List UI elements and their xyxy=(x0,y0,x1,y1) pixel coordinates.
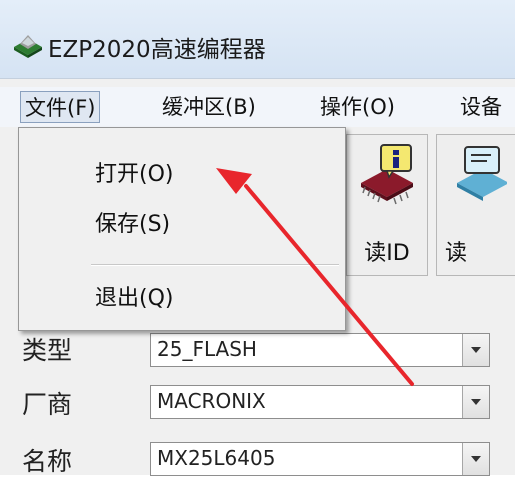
menu-device[interactable]: 设备 xyxy=(456,91,506,123)
chip-programmer-icon xyxy=(14,35,42,58)
name-label: 名称 xyxy=(22,447,73,476)
menu-operation[interactable]: 操作(O) xyxy=(316,91,399,123)
vendor-combo[interactable]: MACRONIX xyxy=(150,385,490,419)
menu-file[interactable]: 文件(F) xyxy=(20,91,101,123)
type-label: 类型 xyxy=(22,336,73,365)
menu-item-open[interactable]: 打开(O) xyxy=(95,156,173,188)
chip-info-icon xyxy=(361,144,413,205)
name-value: MX25L6405 xyxy=(157,446,276,470)
menu-item-save[interactable]: 保存(S) xyxy=(95,206,170,238)
chevron-down-icon[interactable] xyxy=(462,386,489,418)
menu-item-exit[interactable]: 退出(Q) xyxy=(95,280,173,312)
type-value: 25_FLASH xyxy=(157,337,257,361)
chevron-down-icon[interactable] xyxy=(462,443,489,475)
read-label: 读 xyxy=(445,241,468,266)
chevron-down-icon[interactable] xyxy=(462,334,489,366)
name-combo[interactable]: MX25L6405 xyxy=(150,442,490,476)
file-menu-dropdown: 打开(O) 保存(S) 退出(Q) xyxy=(18,127,346,331)
read-id-label: 读ID xyxy=(364,241,410,266)
app-window: EZP2020高速编程器 文件(F) 缓冲区(B) 操作(O) 设备 读ID 读… xyxy=(0,0,515,476)
type-combo[interactable]: 25_FLASH xyxy=(150,333,490,367)
menu-separator xyxy=(91,264,339,266)
menu-buffer[interactable]: 缓冲区(B) xyxy=(158,91,260,123)
title-bar: EZP2020高速编程器 xyxy=(0,0,515,79)
menu-bar: 文件(F) 缓冲区(B) 操作(O) 设备 xyxy=(0,87,515,127)
read-id-button[interactable]: 读ID xyxy=(346,134,428,276)
read-button[interactable]: 读 xyxy=(436,134,515,276)
chip-read-icon xyxy=(457,146,507,201)
window-title: EZP2020高速编程器 xyxy=(48,37,266,63)
vendor-label: 厂商 xyxy=(22,390,73,419)
vendor-value: MACRONIX xyxy=(157,389,266,413)
